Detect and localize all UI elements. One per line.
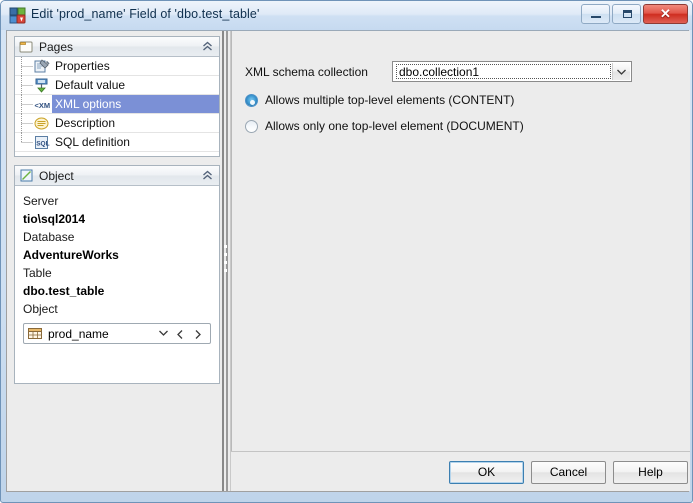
table-grid-icon — [27, 326, 43, 341]
object-field-label: Database — [23, 230, 75, 244]
sidebar-item-label: Default value — [55, 78, 126, 92]
ok-button[interactable]: OK — [449, 461, 524, 484]
cancel-button[interactable]: Cancel — [531, 461, 606, 484]
object-field-value: dbo.test_table — [23, 284, 105, 298]
object-field-label: Server — [23, 194, 59, 208]
default-value-icon — [34, 78, 50, 93]
sidebar-item-label: Properties — [55, 59, 110, 73]
object-panel: Object Server tio\sql2014 Database Adven… — [14, 165, 220, 384]
pane-splitter[interactable] — [220, 31, 230, 491]
object-field-value: AdventureWorks — [23, 248, 119, 262]
chevron-up-icon[interactable] — [201, 169, 214, 182]
sidebar-item-description[interactable]: Description — [15, 114, 219, 133]
dialog-button-bar: OK Cancel Help — [231, 451, 690, 491]
close-button[interactable]: ✕ — [643, 4, 688, 24]
pages-panel: Pages Properties Default value <XM XML o… — [14, 36, 220, 157]
dialog-window: Edit 'prod_name' Field of 'dbo.test_tabl… — [0, 0, 693, 503]
splitter-grip-dot — [224, 253, 227, 256]
splitter-grip-dot — [224, 261, 227, 264]
sidebar-item-default-value[interactable]: Default value — [15, 76, 219, 95]
object-selector-combo[interactable]: prod_name — [23, 323, 211, 344]
minimize-button[interactable] — [581, 4, 610, 24]
title-bar[interactable]: Edit 'prod_name' Field of 'dbo.test_tabl… — [1, 1, 692, 30]
dialog-client-area: Pages Properties Default value <XM XML o… — [6, 30, 690, 492]
window-controls: ✕ — [581, 4, 688, 24]
description-icon — [34, 116, 50, 131]
window-title: Edit 'prod_name' Field of 'dbo.test_tabl… — [31, 7, 260, 21]
right-pane: XML schema collection dbo.collection1 Al… — [230, 31, 690, 491]
splitter-grip-dot — [224, 269, 227, 272]
radio-button-icon — [245, 94, 258, 107]
radio-button-icon — [245, 120, 258, 133]
svg-text:SQL: SQL — [36, 141, 49, 148]
properties-icon — [34, 59, 50, 74]
minimize-icon — [591, 16, 601, 18]
app-icon — [9, 7, 26, 24]
object-field-value: tio\sql2014 — [23, 212, 86, 226]
pages-folder-icon — [19, 39, 34, 54]
chevron-down-icon[interactable] — [156, 326, 170, 342]
left-pane: Pages Properties Default value <XM XML o… — [7, 31, 220, 491]
sql-definition-icon: SQL — [34, 135, 50, 150]
maximize-icon — [623, 10, 632, 18]
sidebar-item-label: XML options — [55, 97, 122, 111]
pages-panel-header[interactable]: Pages — [15, 37, 219, 57]
sidebar-item-label: Description — [55, 116, 116, 130]
object-icon — [19, 168, 34, 183]
schema-collection-combo[interactable]: dbo.collection1 — [392, 61, 632, 82]
help-button[interactable]: Help — [613, 461, 688, 484]
sidebar-item-xml-options[interactable]: <XML> XML options — [15, 95, 219, 114]
arrow-left-icon[interactable] — [173, 326, 187, 342]
object-details: Server tio\sql2014 Database AdventureWor… — [15, 186, 219, 383]
xml-icon: <XML> — [34, 97, 51, 112]
pages-panel-title: Pages — [39, 40, 74, 54]
chevron-up-icon[interactable] — [201, 40, 214, 53]
splitter-grip-dot — [224, 245, 227, 248]
chevron-down-icon[interactable] — [612, 63, 630, 80]
xml-options-page: XML schema collection dbo.collection1 Al… — [231, 31, 690, 452]
object-panel-header[interactable]: Object — [15, 166, 219, 186]
sidebar-item-label: SQL definition — [55, 135, 130, 149]
maximize-button[interactable] — [612, 4, 641, 24]
schema-collection-value: dbo.collection1 — [396, 64, 611, 79]
radio-dot — [250, 100, 255, 105]
svg-text:<XML>: <XML> — [35, 101, 51, 110]
schema-collection-row: XML schema collection dbo.collection1 — [245, 61, 675, 83]
sidebar-item-sql-definition[interactable]: SQL SQL definition — [15, 133, 219, 152]
object-field-label: Table — [23, 266, 52, 280]
schema-collection-label: XML schema collection — [245, 65, 368, 79]
object-panel-title: Object — [39, 169, 74, 183]
arrow-right-icon[interactable] — [191, 326, 205, 342]
radio-label: Allows only one top-level element (DOCUM… — [265, 119, 524, 133]
close-icon: ✕ — [660, 6, 671, 21]
object-selector-label: Object — [23, 302, 58, 316]
object-selector-value: prod_name — [48, 327, 109, 341]
pages-list: Properties Default value <XM XML options… — [15, 57, 219, 156]
radio-label: Allows multiple top-level elements (CONT… — [265, 93, 515, 107]
sidebar-item-properties[interactable]: Properties — [15, 57, 219, 76]
